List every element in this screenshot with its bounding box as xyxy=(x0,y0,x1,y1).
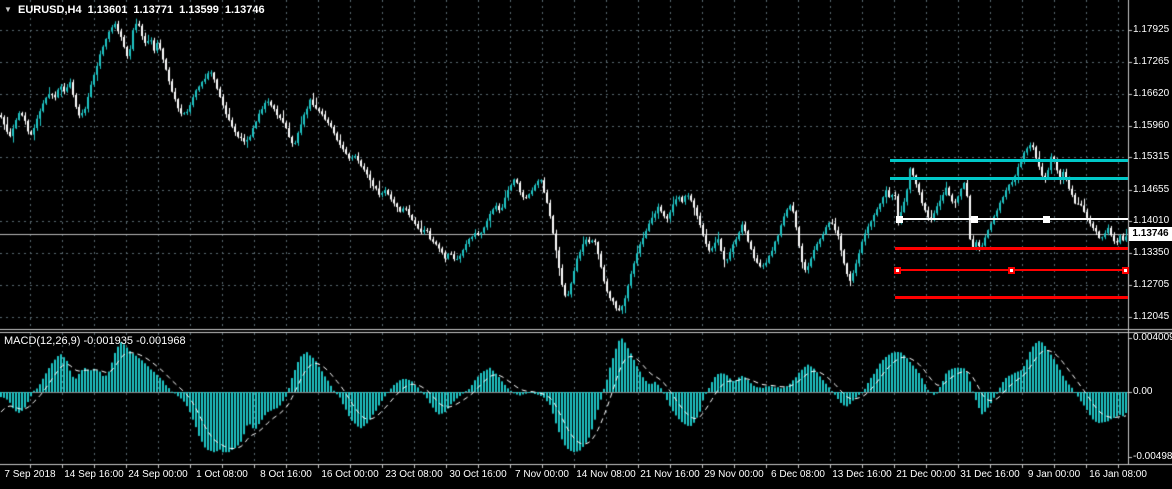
price-axis-label: 1.12045 xyxy=(1133,311,1170,322)
price-axis-label: 1.17925 xyxy=(1133,24,1170,35)
red-support-line-2[interactable] xyxy=(895,296,1128,299)
time-axis-label: 14 Nov 08:00 xyxy=(576,469,636,480)
time-axis-label: 16 Oct 00:00 xyxy=(321,469,379,480)
red-trendline-selected-handle[interactable] xyxy=(1122,267,1129,274)
time-axis-label: 8 Oct 16:00 xyxy=(260,469,312,480)
open-value: 1.13601 xyxy=(87,4,128,16)
time-axis-label: 23 Oct 08:00 xyxy=(385,469,443,480)
time-axis-label: 21 Nov 16:00 xyxy=(640,469,700,480)
macd-axis-label: 0.004009 xyxy=(1133,332,1172,343)
time-axis-label: 7 Nov 00:00 xyxy=(515,469,569,480)
price-axis-label: 1.14655 xyxy=(1133,184,1170,195)
time-axis-label: 31 Dec 16:00 xyxy=(960,469,1020,480)
macd-indicator-label: MACD(12,26,9) -0.001935 -0.001968 xyxy=(4,335,186,347)
close-value: 1.13746 xyxy=(224,4,265,16)
time-axis-label: 6 Dec 08:00 xyxy=(771,469,825,480)
symbol-dropdown-icon[interactable]: ▼ xyxy=(4,5,12,14)
price-axis-label: 1.13350 xyxy=(1133,247,1170,258)
price-axis-label: 1.12705 xyxy=(1133,279,1170,290)
red-trendline-selected-handle[interactable] xyxy=(1008,267,1015,274)
symbol-period-label: EURUSD,H4 xyxy=(18,4,82,16)
time-axis-label: 24 Sep 00:00 xyxy=(128,469,188,480)
white-trendline-selected-handle[interactable] xyxy=(1043,216,1050,223)
high-value: 1.13771 xyxy=(133,4,174,16)
white-trendline-selected-handle[interactable] xyxy=(896,216,903,223)
teal-resistance-line-lower[interactable] xyxy=(890,177,1128,180)
time-axis-label: 7 Sep 2018 xyxy=(4,469,56,480)
current-price-badge: 1.13746 xyxy=(1129,227,1172,241)
time-axis-label: 29 Nov 00:00 xyxy=(704,469,764,480)
price-axis-label: 1.14010 xyxy=(1133,215,1170,226)
low-value: 1.13599 xyxy=(179,4,219,16)
price-axis-label: 1.17265 xyxy=(1133,56,1170,67)
macd-axis-label: -0.00498 xyxy=(1133,451,1172,462)
price-axis-label: 1.15960 xyxy=(1133,120,1170,131)
time-axis-label: 9 Jan 00:00 xyxy=(1027,469,1081,480)
red-support-line-1[interactable] xyxy=(895,247,1128,250)
time-axis-label: 13 Dec 16:00 xyxy=(832,469,892,480)
time-axis-label: 14 Sep 16:00 xyxy=(64,469,124,480)
white-trendline-selected-handle[interactable] xyxy=(971,216,978,223)
white-trendline-selected[interactable] xyxy=(897,218,1128,220)
time-axis-label: 30 Oct 16:00 xyxy=(449,469,507,480)
chart-window: ▼ EURUSD,H4 1.13601 1.13771 1.13599 1.13746 … xyxy=(0,0,1172,489)
price-axis-label: 1.15315 xyxy=(1133,151,1170,162)
price-axis-label: 1.16620 xyxy=(1133,88,1170,99)
ohlc-header: EURUSD,H4 1.13601 1.13771 1.13599 1.13746 xyxy=(18,4,271,16)
macd-axis-label: 0.00 xyxy=(1133,386,1153,397)
time-axis-label: 16 Jan 08:00 xyxy=(1089,469,1147,480)
red-trendline-selected-handle[interactable] xyxy=(894,267,901,274)
time-axis-label: 1 Oct 08:00 xyxy=(196,469,248,480)
time-axis-label: 21 Dec 00:00 xyxy=(896,469,956,480)
chart-canvas[interactable] xyxy=(0,0,1172,489)
teal-resistance-line-upper[interactable] xyxy=(890,159,1128,162)
